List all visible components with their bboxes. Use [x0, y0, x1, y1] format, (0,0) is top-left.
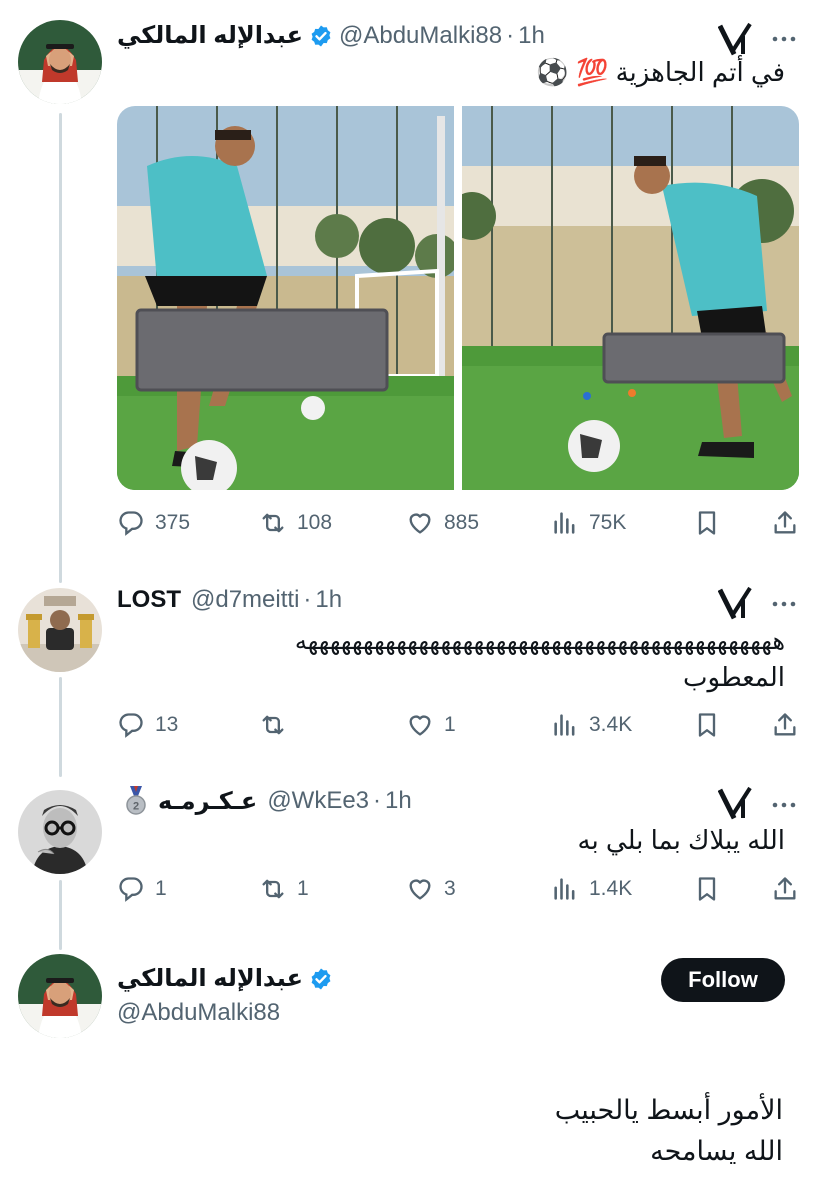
photo-left[interactable] — [117, 106, 454, 490]
media-gallery[interactable] — [117, 106, 799, 490]
share-button[interactable] — [771, 872, 799, 906]
follow-button[interactable]: Follow — [661, 958, 785, 1002]
bookmark-button[interactable] — [693, 708, 721, 742]
bookmark-icon — [693, 509, 721, 537]
separator-dot: · — [506, 21, 515, 49]
bookmark-button[interactable] — [693, 872, 721, 906]
post-header: LOST @d7meitti · 1h — [117, 586, 342, 614]
views-button[interactable]: 1.4K — [551, 872, 632, 906]
share-icon — [771, 711, 799, 739]
grok-icon[interactable] — [717, 586, 754, 620]
like-button[interactable]: 885 — [406, 506, 479, 540]
reply-handle-row: @AbduMalki88 — [117, 999, 280, 1027]
action-bar: 13 1 3.4K — [117, 708, 799, 742]
post-time[interactable]: 1h — [518, 22, 545, 50]
reply-count: 13 — [155, 713, 179, 736]
reply-text-line-1: الأمور أبسط يالحبيب — [554, 1095, 783, 1125]
like-button[interactable]: 3 — [406, 872, 456, 906]
reply-button[interactable]: 1 — [117, 872, 167, 906]
verified-badge-icon — [309, 24, 333, 48]
author-name[interactable]: LOST — [117, 586, 181, 614]
author-handle[interactable]: @d7meitti — [191, 586, 299, 614]
post-time[interactable]: 1h — [315, 586, 342, 614]
share-button[interactable] — [771, 708, 799, 742]
like-count: 3 — [444, 877, 456, 900]
verified-badge-icon — [309, 967, 333, 991]
comment-icon — [117, 875, 145, 903]
reply-header: عبدالإله المالكي — [117, 964, 339, 993]
author-name[interactable]: عـكـرمـه — [158, 787, 257, 816]
like-count: 885 — [444, 511, 480, 534]
svg-text:2: 2 — [133, 801, 139, 813]
thread-line — [59, 880, 62, 950]
repost-count: 108 — [297, 511, 333, 534]
reply-text-line-2: الله يسامحه — [650, 1136, 783, 1166]
views-button[interactable]: 3.4K — [551, 708, 632, 742]
heart-icon — [406, 875, 434, 903]
comment-icon — [117, 711, 145, 739]
heart-icon — [406, 509, 434, 537]
bookmark-icon — [693, 711, 721, 739]
like-count: 1 — [444, 713, 456, 736]
post-text: الله يبلاك بما بلي به — [577, 825, 786, 855]
thread-line — [59, 113, 62, 583]
thread-line — [59, 677, 62, 777]
author-handle[interactable]: @AbduMalki88 — [117, 999, 280, 1027]
post-header: عبدالإله المالكي @AbduMalki88 · 1h — [117, 21, 545, 50]
separator-dot: · — [303, 586, 312, 613]
more-icon[interactable] — [772, 31, 796, 42]
author-name[interactable]: عبدالإله المالكي — [117, 964, 303, 993]
repost-icon — [259, 711, 287, 739]
author-handle[interactable]: @WkEe3 — [267, 787, 369, 815]
share-icon — [771, 875, 799, 903]
share-icon — [771, 509, 799, 537]
views-count: 1.4K — [589, 877, 633, 900]
bookmark-button[interactable] — [693, 506, 721, 540]
views-count: 75K — [589, 511, 627, 534]
repost-button[interactable]: 1 — [259, 872, 309, 906]
post-text-line-2: المعطوب — [683, 662, 785, 692]
bookmark-icon — [693, 875, 721, 903]
share-button[interactable] — [771, 506, 799, 540]
grok-icon[interactable] — [717, 22, 754, 56]
photo-right[interactable] — [462, 106, 799, 490]
more-icon[interactable] — [772, 797, 796, 808]
repost-count: 1 — [297, 877, 309, 900]
action-bar: 1 1 3 1.4K — [117, 872, 799, 906]
views-count: 3.4K — [589, 713, 633, 736]
avatar[interactable] — [18, 790, 102, 874]
medal-icon: 2 — [124, 786, 148, 816]
like-button[interactable]: 1 — [406, 708, 456, 742]
author-handle[interactable]: @AbduMalki88 — [339, 22, 502, 50]
reply-count: 375 — [155, 511, 191, 534]
repost-button[interactable]: 108 — [259, 506, 332, 540]
post-time[interactable]: 1h — [385, 787, 412, 815]
post-text: في أتم الجاهزية 💯 ⚽️ — [536, 57, 785, 87]
comment-icon — [117, 509, 145, 537]
repost-icon — [259, 509, 287, 537]
avatar[interactable] — [18, 954, 102, 1038]
reply-button[interactable]: 375 — [117, 506, 190, 540]
reply-button[interactable]: 13 — [117, 708, 178, 742]
repost-button[interactable] — [259, 708, 297, 742]
author-name[interactable]: عبدالإله المالكي — [117, 21, 303, 50]
views-icon — [551, 711, 579, 739]
avatar[interactable] — [18, 588, 102, 672]
grok-icon[interactable] — [717, 786, 754, 820]
action-bar: 375 108 885 75K — [117, 506, 799, 540]
reply-count: 1 — [155, 877, 167, 900]
avatar[interactable] — [18, 20, 102, 104]
views-icon — [551, 875, 579, 903]
repost-icon — [259, 875, 287, 903]
post-header: 2 عـكـرمـه @WkEe3 · 1h — [124, 786, 412, 816]
post-text-line-1: هههههههههههههههههههههههههههههههههههههههه… — [294, 628, 785, 655]
separator-dot: · — [373, 787, 382, 814]
views-button[interactable]: 75K — [551, 506, 626, 540]
views-icon — [551, 509, 579, 537]
more-icon[interactable] — [772, 596, 796, 607]
heart-icon — [406, 711, 434, 739]
